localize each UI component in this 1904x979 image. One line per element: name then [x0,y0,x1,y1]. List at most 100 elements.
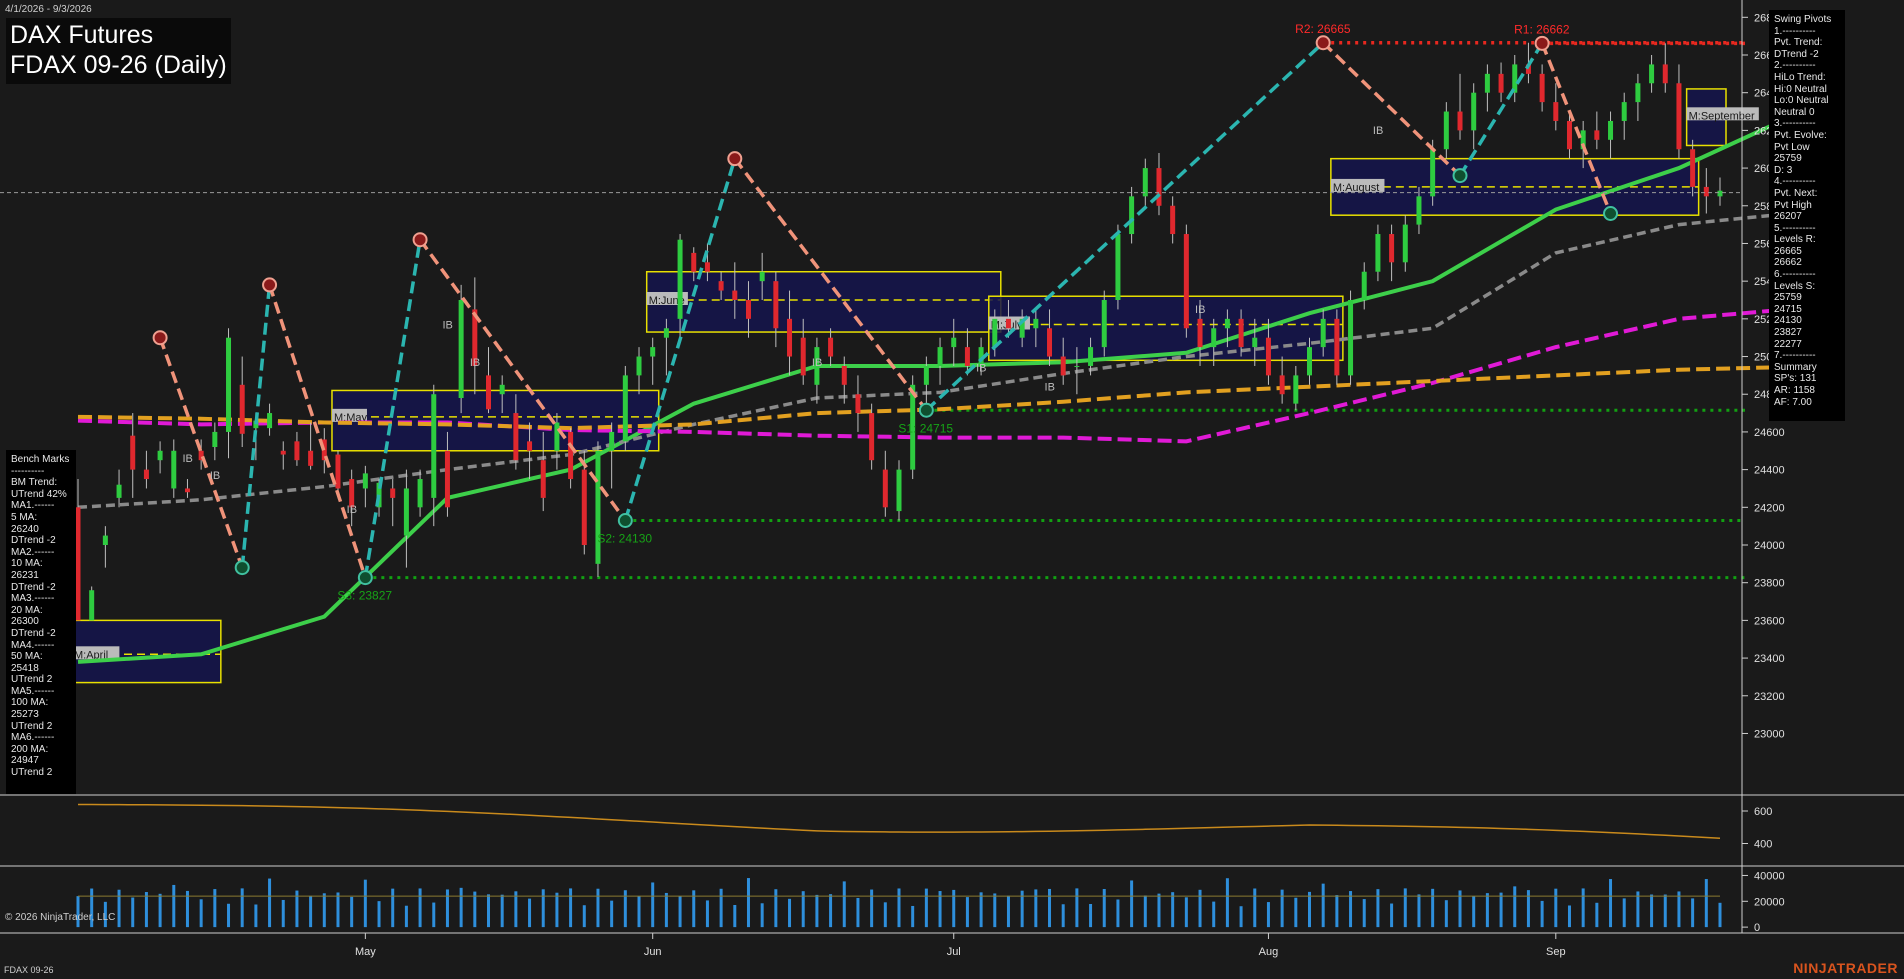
candle-body [280,450,286,455]
candle-body [964,347,970,366]
candle-body [663,328,669,338]
swing-pivot-marker [262,277,278,293]
ib-label: IB [812,357,822,369]
candle-body [1375,234,1381,272]
candle-body [1265,337,1271,376]
candle-body [1608,120,1614,140]
value-area-box [645,270,1002,333]
time-tick-label: May [355,946,376,958]
candle-body [609,431,615,451]
candle-body [1717,190,1723,197]
candle-body [403,488,409,536]
price-tick-label: 23600 [1754,615,1785,627]
candle-body [951,337,957,348]
ib-label: IB [470,357,480,369]
candle-body [1635,83,1641,103]
candle-body [1539,73,1545,103]
candle-body [1553,102,1559,121]
candle-body [828,337,834,357]
candle-body [882,469,888,508]
candle-body [1307,347,1312,376]
candle-body [869,413,875,461]
candle-body [1430,149,1436,197]
candle-body [1662,64,1668,84]
candle-body [759,271,765,282]
candle-body [102,535,108,545]
candle-body [855,394,861,414]
candle-body [212,431,218,447]
time-tick-label: Aug [1259,946,1279,958]
instrument-footer: FDAX 09-26 [4,965,54,975]
level-label: R1: 26662 [1514,22,1570,36]
level-label: S2: 24130 [597,532,652,546]
date-range: 4/1/2026 - 9/3/2026 [5,4,92,15]
candle-body [1238,318,1244,348]
swing-pivot-marker [1315,35,1331,51]
price-tick-label: 23200 [1754,691,1785,703]
swing-pivot-marker [357,570,373,586]
candle-body [636,356,642,376]
volume-tick-label: 20000 [1754,896,1785,908]
candle-body [1621,102,1627,121]
candle-body [1033,318,1039,329]
ib-label: IB [1045,381,1055,393]
candle-body [773,281,779,329]
candle-body [89,590,95,621]
candle-body [513,413,519,461]
time-tick-label: Jun [644,946,662,958]
price-tick-label: 24000 [1754,540,1785,552]
swing-pivot-marker [152,330,168,346]
candle-body [923,365,929,385]
ib-label: IB [182,453,192,465]
candle-body [1088,347,1094,366]
candle-body [1224,318,1230,329]
swing-pivot-marker [234,560,250,576]
candle-body [1047,328,1053,357]
candle-body [1649,64,1655,84]
candle-body [568,431,574,480]
title-instrument: DAX Futures [10,21,154,49]
candle-body [677,239,683,319]
candle-body [239,384,245,434]
volume-tick-label: 40000 [1754,870,1785,882]
ib-label: IB [442,319,452,331]
candle-body [732,290,738,300]
candle-body [444,450,450,508]
candle-body [841,365,847,385]
candle-body [171,450,177,489]
candle-body [554,422,560,451]
candle-body [1005,318,1011,329]
candle-body [1279,375,1285,395]
candle-body [75,507,81,621]
value-area-label: M:September [1689,110,1755,122]
ib-label: IB [976,363,986,375]
candle-body [1457,111,1463,131]
candle-body [1416,196,1422,225]
ib-label: IB [1195,304,1205,316]
candle-body [1074,365,1080,367]
price-tick-label: 24600 [1754,427,1785,439]
candle-body [1252,337,1258,348]
candle-body [1348,300,1354,376]
value-area-box [988,295,1344,362]
candle-body [650,347,656,357]
level-label: R2: 26665 [1295,22,1351,36]
candle-body [1389,234,1395,263]
candle-body [745,300,751,319]
candle-body [1156,168,1162,206]
candle-body [1115,234,1121,300]
price-chart: M:AprilM:MayM:JuneM:JulyM:AugustM:Septem… [0,0,1904,979]
candle-body [1197,318,1203,348]
candle-body [718,281,724,291]
candle-body [896,469,902,512]
candle-body [1293,375,1299,404]
ib-label: IB [1373,125,1383,137]
candle-body [992,318,998,348]
candle-body [267,413,273,429]
candle-body [691,252,697,272]
level-label: S1: 24715 [898,421,953,435]
price-tick-label: 23800 [1754,578,1785,590]
price-tick-label: 23000 [1754,728,1785,740]
candle-body [1443,111,1449,150]
candle-body [622,375,628,442]
